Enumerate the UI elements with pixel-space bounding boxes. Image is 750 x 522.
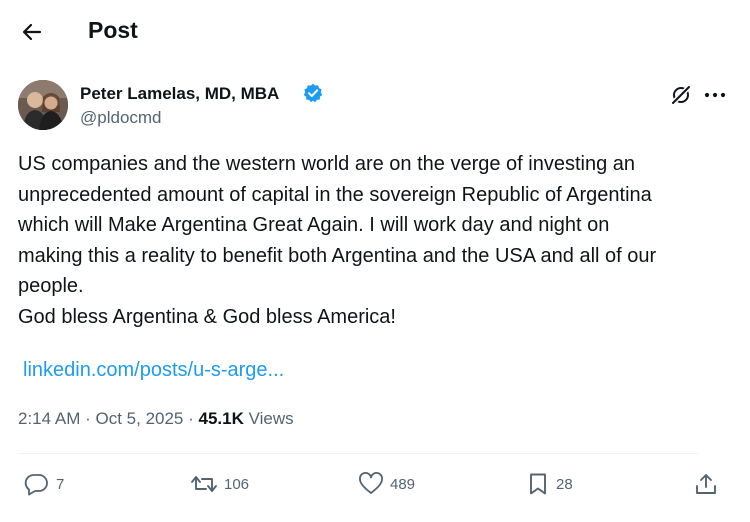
post-text: US companies and the western world are o… — [18, 149, 733, 332]
post-line: people. — [18, 275, 84, 297]
heart-icon — [359, 472, 383, 494]
views-label: Views — [248, 409, 294, 428]
views-count: 45.1K — [198, 409, 244, 428]
post-line: making this a reality to benefit both Ar… — [18, 244, 657, 267]
repost-count: 106 — [224, 475, 250, 493]
post-link[interactable]: linkedin.com/posts/u-s-arge... — [23, 359, 284, 382]
author-name[interactable]: Peter Lamelas, MD, MBA — [80, 84, 279, 104]
bookmark-count: 28 — [556, 475, 573, 493]
avatar[interactable] — [18, 80, 68, 130]
grok-button[interactable] — [668, 82, 694, 108]
like-button[interactable]: 489 — [358, 470, 415, 498]
post-time[interactable]: 2:14 AM — [18, 409, 80, 428]
post-line: God bless Argentina & God bless America! — [18, 305, 396, 328]
share-button[interactable] — [694, 470, 718, 498]
bookmark-icon — [530, 473, 546, 495]
reply-count: 7 — [56, 475, 65, 493]
post-line: which will Make Argentina Great Again. I… — [18, 214, 610, 236]
post-meta: 2:14 AM · Oct 5, 2025 · 45.1K Views — [18, 409, 294, 429]
meta-separator: · — [85, 409, 96, 428]
verified-badge-icon — [303, 83, 323, 103]
more-icon — [704, 92, 726, 98]
author-handle[interactable]: @pldocmd — [80, 108, 162, 128]
arrow-left-icon — [22, 23, 42, 41]
grok-icon — [670, 84, 692, 106]
reply-button[interactable]: 7 — [24, 470, 64, 498]
page-title: Post — [88, 17, 138, 43]
more-options-button[interactable] — [700, 82, 730, 108]
post-line: US companies and the western world are o… — [18, 153, 636, 175]
post-line: unprecedented amount of capital in the s… — [18, 183, 652, 206]
divider — [18, 453, 698, 454]
like-count: 489 — [390, 475, 416, 493]
share-icon — [696, 474, 716, 494]
bookmark-button[interactable]: 28 — [526, 470, 573, 498]
repost-icon — [191, 476, 217, 492]
repost-button[interactable]: 106 — [190, 470, 249, 498]
header: Post — [0, 0, 750, 64]
post-date[interactable]: Oct 5, 2025 — [96, 409, 184, 428]
meta-separator: · — [188, 409, 199, 428]
back-button[interactable] — [18, 18, 46, 46]
reply-icon — [24, 474, 48, 496]
